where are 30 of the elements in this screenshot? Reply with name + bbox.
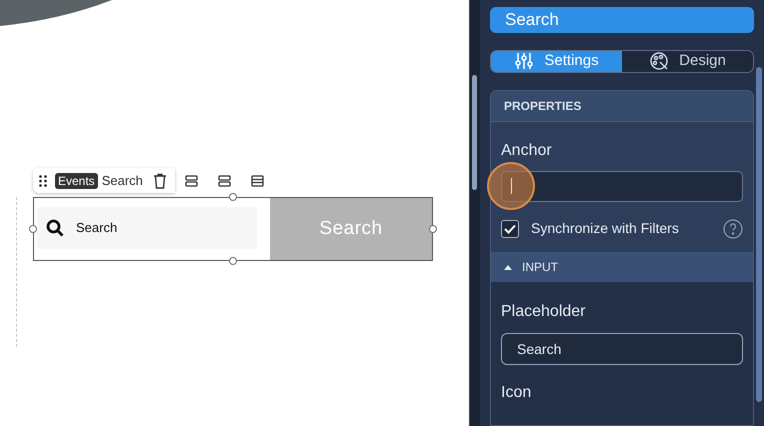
- click-indicator: [487, 162, 535, 210]
- widget-label: Search: [102, 172, 143, 190]
- field-label: Anchor: [501, 141, 553, 161]
- section-header: PROPERTIES: [491, 91, 753, 122]
- drag-handle-icon[interactable]: [39, 174, 47, 186]
- palette-icon: [649, 51, 670, 72]
- resize-handle[interactable]: [229, 193, 237, 201]
- panel-tab[interactable]: Design: [622, 50, 753, 72]
- search-input[interactable]: Search: [37, 207, 257, 249]
- resize-handle[interactable]: [429, 225, 437, 233]
- trash-icon[interactable]: [152, 172, 167, 188]
- placeholder-field[interactable]: Search: [501, 333, 743, 365]
- help-icon[interactable]: [723, 218, 743, 238]
- rows-icon: [184, 174, 198, 186]
- resize-handle[interactable]: [29, 225, 37, 233]
- search-icon: [46, 219, 64, 237]
- section-header[interactable]: INPUT: [491, 252, 753, 282]
- events-badge[interactable]: Events: [55, 172, 98, 188]
- input-text: Search: [76, 219, 118, 238]
- resize-handle[interactable]: [229, 257, 237, 265]
- widget-title: Search: [490, 7, 754, 32]
- checkbox[interactable]: [501, 220, 519, 238]
- caret-icon: [504, 264, 512, 270]
- field-label: Icon: [501, 383, 532, 403]
- field-label: Placeholder: [501, 302, 586, 322]
- rows-icon: [218, 174, 231, 186]
- checkbox-label: Synchronize with Filters: [531, 219, 680, 238]
- checkmark-icon: [504, 224, 516, 234]
- rows-icon: [250, 174, 264, 186]
- sliders-icon: [514, 51, 534, 72]
